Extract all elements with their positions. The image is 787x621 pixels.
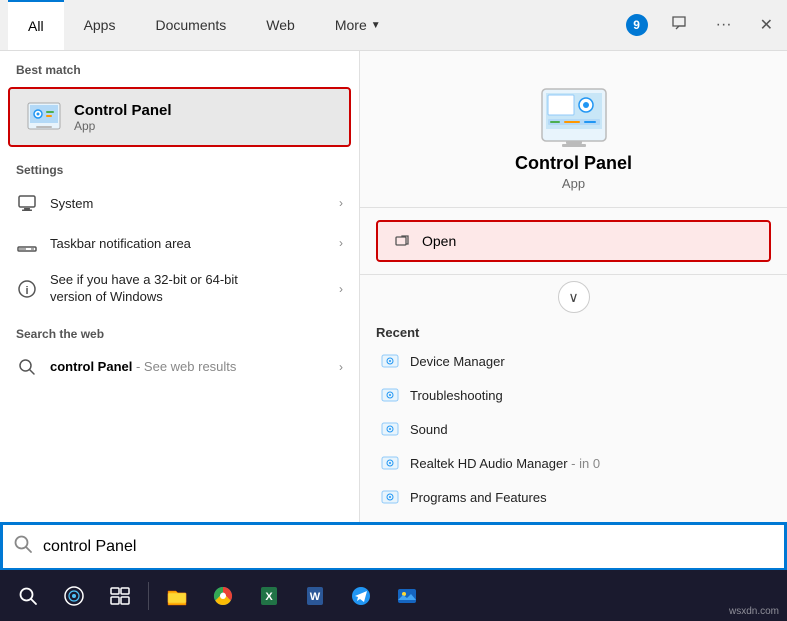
taskbar-taskview-icon[interactable] (100, 576, 140, 616)
control-panel-icon-large (538, 81, 610, 153)
recent-item-device-manager[interactable]: Device Manager (376, 344, 771, 378)
recent-item-icon-4 (380, 453, 400, 473)
search-input[interactable] (43, 538, 774, 556)
settings-item-system[interactable]: System › (0, 183, 359, 223)
control-panel-icon-small (26, 99, 62, 135)
info-icon: i (16, 278, 38, 300)
taskbar-separator (148, 582, 149, 610)
nav-tabs-left: All Apps Documents Web More ▼ (8, 0, 401, 50)
recent-item-label-3: Sound (410, 422, 448, 437)
chevron-right-icon-2: › (339, 236, 343, 250)
open-button[interactable]: Open (376, 220, 771, 262)
recent-item-realtek1[interactable]: Realtek HD Audio Manager - in 0 (376, 446, 771, 480)
open-icon (394, 232, 412, 250)
recent-item-programs[interactable]: Programs and Features (376, 480, 771, 514)
nav-tabs-right: 9 ··· ✕ (626, 10, 779, 41)
taskbar-telegram-icon[interactable] (341, 576, 381, 616)
feedback-icon[interactable] (664, 10, 694, 41)
expand-button[interactable]: ∨ (558, 281, 590, 313)
chevron-right-icon-3: › (339, 282, 343, 296)
svg-text:W: W (310, 591, 321, 603)
recent-item-label-5: Programs and Features (410, 490, 547, 505)
search-bar-icon (13, 534, 33, 559)
open-btn-container: Open (360, 208, 787, 275)
tab-documents[interactable]: Documents (135, 0, 246, 50)
recent-item-label-1: Device Manager (410, 354, 505, 369)
right-app-subtitle: App (562, 176, 585, 191)
recent-item-sound[interactable]: Sound (376, 412, 771, 446)
taskbar-word-icon[interactable]: W (295, 576, 335, 616)
recent-item-icon-1 (380, 351, 400, 371)
taskbar-search-icon[interactable] (8, 576, 48, 616)
more-options-icon[interactable]: ··· (710, 12, 738, 38)
taskbar-photos-icon[interactable] (387, 576, 427, 616)
content-area: Best match Control Panel (0, 51, 787, 570)
search-window: All Apps Documents Web More ▼ 9 (0, 0, 787, 570)
right-app-detail: Control Panel App (360, 51, 787, 208)
taskbar-fileexplorer-icon[interactable] (157, 576, 197, 616)
settings-label: Settings (0, 151, 359, 183)
web-search-text: control Panel - See web results (50, 359, 236, 374)
watermark: wsxdn.com (729, 606, 779, 617)
best-match-item[interactable]: Control Panel App (8, 87, 351, 147)
recent-section: Recent Device Manager (360, 319, 787, 554)
taskbar-excel-icon[interactable]: X (249, 576, 289, 616)
monitor-icon (16, 192, 38, 214)
expand-btn-container: ∨ (360, 275, 787, 319)
recent-item-icon-2 (380, 385, 400, 405)
settings-item-system-label: System (50, 196, 93, 211)
settings-item-bitversion[interactable]: i See if you have a 32-bit or 64-bitvers… (0, 263, 359, 315)
taskbar: X W wsxdn.com (0, 570, 787, 621)
right-panel: Control Panel App Open ∨ (360, 51, 787, 570)
svg-text:i: i (25, 285, 28, 297)
recent-item-troubleshooting[interactable]: Troubleshooting (376, 378, 771, 412)
tab-apps[interactable]: Apps (64, 0, 136, 50)
search-bar (0, 522, 787, 570)
close-icon[interactable]: ✕ (754, 11, 779, 39)
right-app-title: Control Panel (515, 153, 632, 174)
web-search-item[interactable]: control Panel - See web results › (0, 347, 359, 387)
chevron-right-web-icon: › (339, 360, 343, 374)
nav-tabs: All Apps Documents Web More ▼ 9 (0, 0, 787, 51)
best-match-label: Best match (0, 51, 359, 83)
settings-item-taskbar-label: Taskbar notification area (50, 236, 191, 251)
notification-badge: 9 (626, 14, 648, 36)
chevron-down-expand-icon: ∨ (568, 289, 578, 306)
open-btn-label: Open (422, 233, 456, 249)
chevron-down-icon: ▼ (371, 20, 381, 31)
taskbar-cortana-icon[interactable] (54, 576, 94, 616)
taskbar-icon (16, 232, 38, 254)
recent-item-label-4: Realtek HD Audio Manager - in 0 (410, 456, 600, 471)
web-label: Search the web (0, 315, 359, 347)
settings-item-taskbar[interactable]: Taskbar notification area › (0, 223, 359, 263)
svg-text:X: X (265, 591, 273, 603)
tab-all[interactable]: All (8, 0, 64, 50)
best-match-title: Control Panel (74, 102, 172, 119)
search-web-icon (16, 356, 38, 378)
best-match-text: Control Panel App (74, 102, 172, 133)
recent-item-label-2: Troubleshooting (410, 388, 503, 403)
best-match-subtitle: App (74, 119, 172, 133)
recent-item-icon-5 (380, 487, 400, 507)
chevron-right-icon: › (339, 196, 343, 210)
taskbar-chrome-icon[interactable] (203, 576, 243, 616)
left-panel: Best match Control Panel (0, 51, 360, 570)
settings-item-bitversion-label: See if you have a 32-bit or 64-bitversio… (50, 272, 238, 306)
tab-web[interactable]: Web (246, 0, 315, 50)
recent-label: Recent (376, 325, 771, 340)
tab-more[interactable]: More ▼ (315, 0, 401, 50)
recent-item-icon-3 (380, 419, 400, 439)
